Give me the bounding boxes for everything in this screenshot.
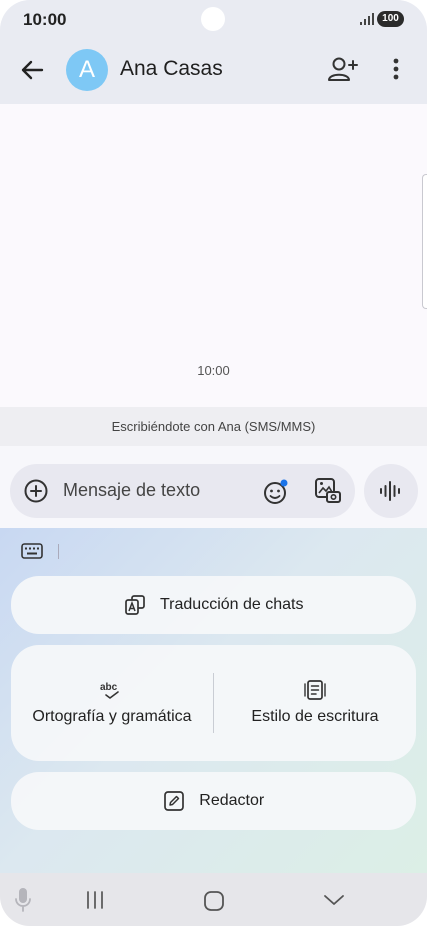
composer-button[interactable]: Redactor bbox=[11, 772, 416, 830]
scrollbar[interactable] bbox=[422, 174, 427, 309]
message-placeholder: Mensaje de texto bbox=[63, 480, 201, 500]
conversation-info: Escribiéndote con Ana (SMS/MMS) bbox=[0, 407, 427, 446]
message-input[interactable]: Mensaje de texto bbox=[10, 464, 355, 518]
contact-avatar[interactable]: A bbox=[66, 49, 108, 91]
voice-waveform-icon bbox=[380, 481, 400, 501]
voice-message-button[interactable] bbox=[364, 464, 418, 518]
conversation-area[interactable]: 10:00 bbox=[0, 104, 427, 407]
status-bar: 10:00 100 bbox=[0, 0, 427, 40]
writing-style-icon bbox=[304, 680, 326, 700]
gallery-icon[interactable] bbox=[313, 476, 343, 506]
contact-name[interactable]: Ana Casas bbox=[120, 57, 223, 81]
battery-icon: 100 bbox=[377, 11, 404, 27]
home-icon[interactable] bbox=[203, 890, 225, 912]
message-timestamp: 10:00 bbox=[197, 363, 230, 378]
writing-tools-card: abc Ortografía y gramática Estilo de esc… bbox=[11, 645, 416, 761]
ai-tools-panel: Traducción de chats abc Ortografía y gra… bbox=[0, 528, 427, 873]
app-bar: A Ana Casas bbox=[0, 40, 427, 104]
spelling-label: Ortografía y gramática bbox=[32, 708, 192, 725]
recent-apps-icon[interactable] bbox=[85, 890, 105, 910]
svg-text:abc: abc bbox=[100, 682, 118, 693]
spelling-grammar-button[interactable]: abc Ortografía y gramática bbox=[11, 645, 213, 761]
add-person-icon[interactable] bbox=[327, 55, 359, 83]
camera-cutout bbox=[201, 7, 225, 31]
composer-label: Redactor bbox=[199, 792, 265, 809]
toolbar-divider bbox=[58, 544, 59, 559]
keyboard-icon[interactable] bbox=[21, 543, 43, 559]
nav-back-icon[interactable] bbox=[323, 893, 345, 907]
spell-check-icon: abc bbox=[100, 682, 119, 699]
mic-icon[interactable] bbox=[14, 887, 32, 913]
back-arrow-icon[interactable] bbox=[18, 56, 46, 84]
composer-row: Redactor bbox=[11, 790, 416, 812]
translate-label: Traducción de chats bbox=[159, 596, 304, 613]
compose-edit-icon bbox=[163, 791, 184, 811]
style-label: Estilo de escritura bbox=[251, 708, 379, 725]
compose-bar: Mensaje de texto bbox=[0, 446, 427, 528]
navigation-bar bbox=[0, 873, 427, 926]
signal-icon bbox=[360, 13, 374, 25]
writing-style-button[interactable]: Estilo de escritura bbox=[214, 645, 416, 761]
more-vert-icon[interactable] bbox=[384, 55, 408, 83]
status-time: 10:00 bbox=[23, 10, 67, 29]
translate-icon bbox=[124, 595, 145, 615]
translate-row: Traducción de chats bbox=[11, 594, 416, 616]
translate-chats-button[interactable]: Traducción de chats bbox=[11, 576, 416, 634]
add-circle-icon[interactable] bbox=[23, 478, 49, 504]
emoji-icon[interactable] bbox=[262, 478, 290, 506]
phone-screen: 10:00 100 A Ana Casas 10:00 Escribiéndot… bbox=[0, 0, 427, 926]
